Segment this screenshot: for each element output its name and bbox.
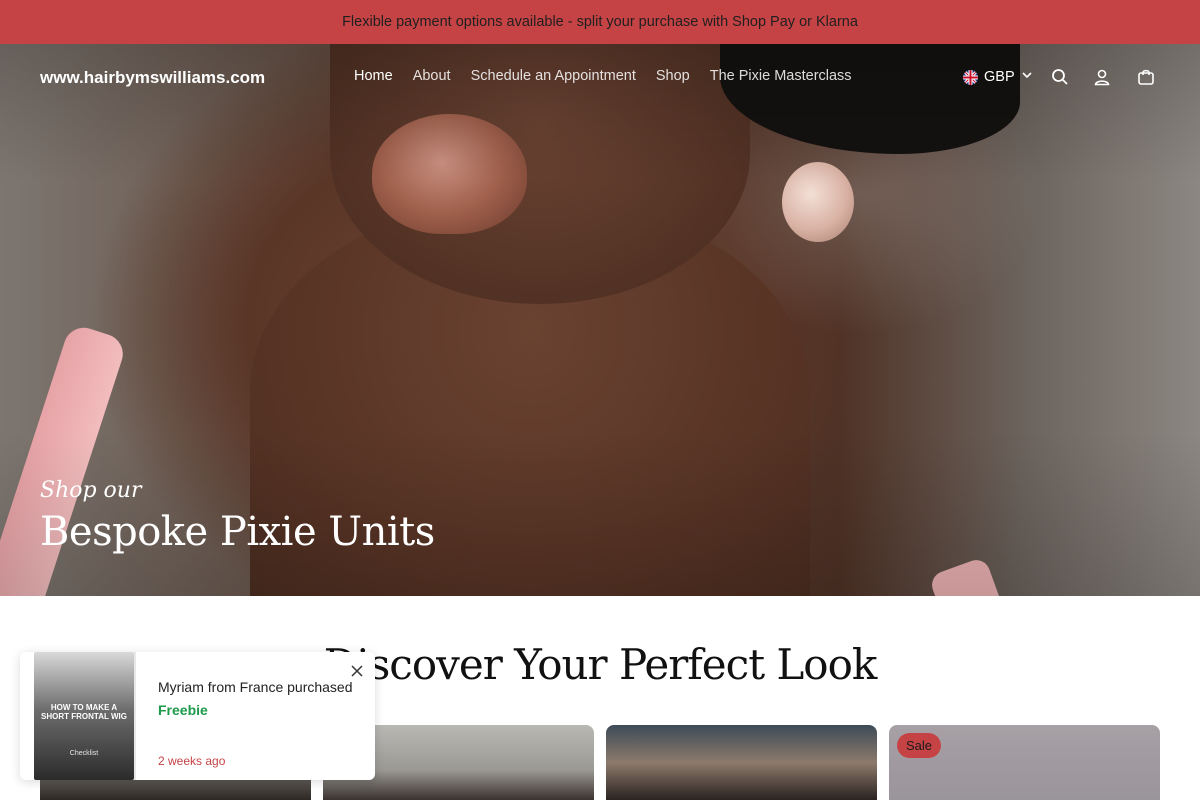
currency-code: GBP — [984, 69, 1015, 85]
main-nav: Home About Schedule an Appointment Shop … — [354, 68, 852, 84]
uk-flag-icon — [963, 69, 978, 85]
close-icon[interactable] — [348, 662, 366, 680]
nav-item-home[interactable]: Home — [354, 68, 393, 84]
nav-item-masterclass[interactable]: The Pixie Masterclass — [710, 68, 852, 84]
announcement-text: Flexible payment options available - spl… — [342, 14, 858, 30]
nav-item-schedule[interactable]: Schedule an Appointment — [471, 68, 636, 84]
sale-badge: Sale — [897, 733, 942, 758]
notification-time: 2 weeks ago — [158, 754, 226, 768]
hero-title: Bespoke Pixie Units — [40, 509, 435, 555]
site-logo[interactable]: www.hairbymswilliams.com — [40, 68, 265, 88]
currency-selector[interactable]: GBP — [963, 69, 1033, 85]
nav-item-shop[interactable]: Shop — [656, 68, 690, 84]
purchase-notification[interactable]: HOW TO MAKE A SHORT FRONTAL WIG Checklis… — [20, 652, 375, 780]
hero-subtitle: Shop our — [40, 478, 142, 503]
thumbnail-subtitle: Checklist — [69, 750, 99, 757]
notification-product[interactable]: Freebie — [158, 702, 208, 718]
cart-icon[interactable] — [1135, 66, 1157, 88]
thumbnail-title: HOW TO MAKE A SHORT FRONTAL WIG — [41, 703, 127, 721]
search-icon[interactable] — [1049, 66, 1071, 88]
product-card[interactable]: Sale — [889, 725, 1160, 800]
hero-text: Shop our Bespoke Pixie Units — [40, 478, 435, 555]
notification-thumbnail: HOW TO MAKE A SHORT FRONTAL WIG Checklis… — [34, 652, 134, 780]
site-header: www.hairbymswilliams.com Home About Sche… — [0, 44, 1200, 110]
nav-item-about[interactable]: About — [413, 68, 451, 84]
announcement-bar: Flexible payment options available - spl… — [0, 0, 1200, 44]
notification-divider — [134, 652, 136, 780]
product-card[interactable] — [606, 725, 877, 800]
chevron-down-icon — [1021, 69, 1033, 85]
account-icon[interactable] — [1091, 66, 1113, 88]
notification-text: Myriam from France purchased — [158, 679, 353, 695]
